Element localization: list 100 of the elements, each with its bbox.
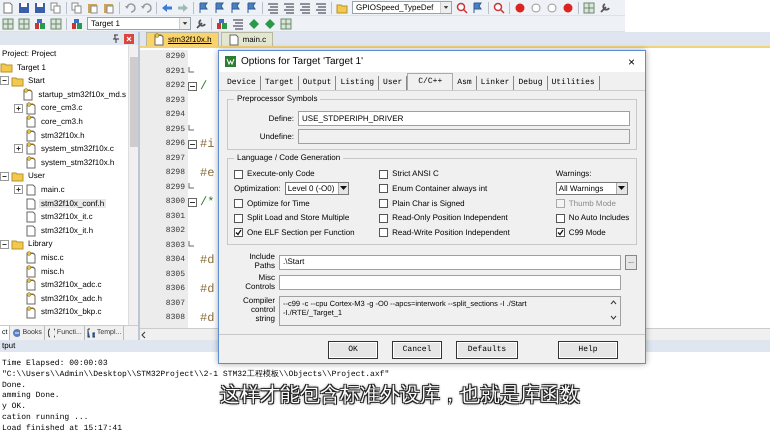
checkbox[interactable] <box>234 228 243 238</box>
dropdown[interactable]: Level 0 (-O0) <box>284 182 349 196</box>
wrench-icon[interactable] <box>195 18 207 30</box>
flag-icon[interactable] <box>246 2 258 14</box>
expand-icon[interactable] <box>14 104 23 113</box>
tab[interactable]: C/C++ <box>407 73 454 90</box>
document-icon[interactable] <box>2 2 14 14</box>
tree-item[interactable]: stm32f10x_bkp.c <box>39 307 104 317</box>
scroll-arrows-icon[interactable] <box>610 298 617 321</box>
checkbox[interactable] <box>379 184 388 194</box>
flag-icon[interactable] <box>214 2 226 14</box>
tree-item[interactable]: stm32f10x_adc.c <box>39 280 104 290</box>
tree-item[interactable]: stm32f10x_adc.h <box>39 294 104 304</box>
fold-icon[interactable] <box>188 140 197 149</box>
tree-item[interactable]: startup_stm32f10x_md.s <box>36 90 128 100</box>
find-icon[interactable] <box>456 2 468 14</box>
flag-icon[interactable] <box>198 2 210 14</box>
grid-icon[interactable] <box>2 18 14 30</box>
cancel-button[interactable]: Cancel <box>392 340 442 359</box>
tree-item[interactable]: Target 1 <box>15 62 48 72</box>
dot-icon[interactable] <box>514 2 526 14</box>
file-icon <box>228 33 240 46</box>
ok-button[interactable]: OK <box>328 340 378 359</box>
close-button[interactable]: × <box>624 54 639 69</box>
symbol-dropdown[interactable]: GPIOSpeed_TypeDef <box>352 1 452 14</box>
grid-icon[interactable] <box>280 18 292 30</box>
input-field[interactable]: USE_STDPERIPH_DRIVER <box>298 111 630 126</box>
tree-item[interactable]: Project: Project <box>0 49 58 59</box>
collapse-icon[interactable] <box>0 76 9 86</box>
help-button[interactable]: Help <box>558 340 618 359</box>
list-icon[interactable] <box>315 2 327 14</box>
tree-item[interactable]: misc.h <box>39 266 66 276</box>
wrench-icon[interactable] <box>599 2 611 14</box>
defaults-button[interactable]: Defaults <box>456 340 518 359</box>
save-icon[interactable] <box>18 2 30 14</box>
checkbox-label: C99 Mode <box>568 228 606 238</box>
expand-icon[interactable] <box>14 144 23 154</box>
window-title: Options for Target 'Target 1' <box>241 56 364 68</box>
checkbox[interactable] <box>234 170 243 179</box>
build-icon[interactable] <box>216 18 228 30</box>
file-tab[interactable]: stm32f10x.h <box>146 32 219 46</box>
flag-icon[interactable] <box>472 2 484 14</box>
grid-icon[interactable] <box>50 18 62 30</box>
collapse-icon[interactable] <box>0 172 9 181</box>
tree-item[interactable]: stm32f10x_it.c <box>39 212 95 222</box>
tree-item[interactable]: system_stm32f10x.h <box>39 158 116 168</box>
list-icon[interactable] <box>299 2 311 14</box>
save-icon[interactable] <box>34 2 46 14</box>
folder-icon[interactable] <box>336 2 348 14</box>
line-number: 8301 <box>166 212 185 222</box>
tree-item[interactable]: stm32f10x_conf.h <box>39 198 106 208</box>
tree-item[interactable]: User <box>26 171 47 181</box>
expand-icon[interactable] <box>14 185 23 194</box>
tree-item[interactable]: core_cm3.h <box>39 116 85 127</box>
circle-icon[interactable] <box>546 2 558 14</box>
list-icon[interactable] <box>283 2 295 14</box>
tree-item[interactable]: core_cm3.c <box>39 103 84 113</box>
checkbox[interactable] <box>379 214 388 223</box>
list-icon[interactable] <box>232 18 244 30</box>
dot-icon[interactable] <box>562 2 574 14</box>
checkbox[interactable] <box>379 228 388 238</box>
find-icon[interactable] <box>493 2 505 14</box>
copy-icon[interactable] <box>71 2 83 14</box>
paste-icon[interactable] <box>103 2 115 14</box>
left-arrow-icon[interactable] <box>161 2 173 14</box>
flag-icon[interactable] <box>230 2 242 14</box>
tree-item[interactable]: Start <box>26 76 47 86</box>
checkbox[interactable] <box>234 198 243 208</box>
collapse-icon[interactable] <box>0 240 9 249</box>
tree-item[interactable]: main.c <box>39 184 67 195</box>
fold-icon[interactable] <box>188 198 197 207</box>
scroll-left-icon[interactable] <box>140 330 148 338</box>
fold-icon[interactable] <box>188 82 197 91</box>
grid-icon[interactable] <box>18 18 30 30</box>
grid-icon[interactable] <box>583 2 595 14</box>
checkbox[interactable] <box>379 198 388 208</box>
checkbox[interactable] <box>556 214 565 223</box>
checkbox[interactable] <box>379 170 388 179</box>
dropdown[interactable]: All Warnings <box>556 182 628 196</box>
tree-item[interactable]: misc.c <box>39 252 66 262</box>
checkbox[interactable] <box>556 228 565 238</box>
copy-icon[interactable] <box>50 2 62 14</box>
input-field[interactable]: .\Start <box>279 254 621 270</box>
close-icon[interactable] <box>124 34 134 44</box>
tree-item[interactable]: stm32f10x.h <box>39 130 87 140</box>
file-tab[interactable]: main.c <box>220 32 274 46</box>
circle-icon[interactable] <box>530 2 542 14</box>
tree-item[interactable]: Library <box>26 239 54 249</box>
tree-item[interactable]: system_stm32f10x.c <box>39 144 116 154</box>
pin-icon[interactable] <box>112 34 120 43</box>
build-icon[interactable] <box>71 18 83 30</box>
target-dropdown[interactable]: Target 1 <box>87 17 191 30</box>
caret-icon <box>618 186 626 192</box>
list-icon[interactable] <box>267 2 279 14</box>
checkbox[interactable] <box>234 214 243 223</box>
tree-item[interactable]: stm32f10x_it.h <box>39 226 96 236</box>
paste-icon[interactable] <box>87 2 99 14</box>
input-field[interactable] <box>279 275 621 290</box>
scrollbar[interactable] <box>128 45 138 325</box>
build-icon[interactable] <box>34 18 46 30</box>
